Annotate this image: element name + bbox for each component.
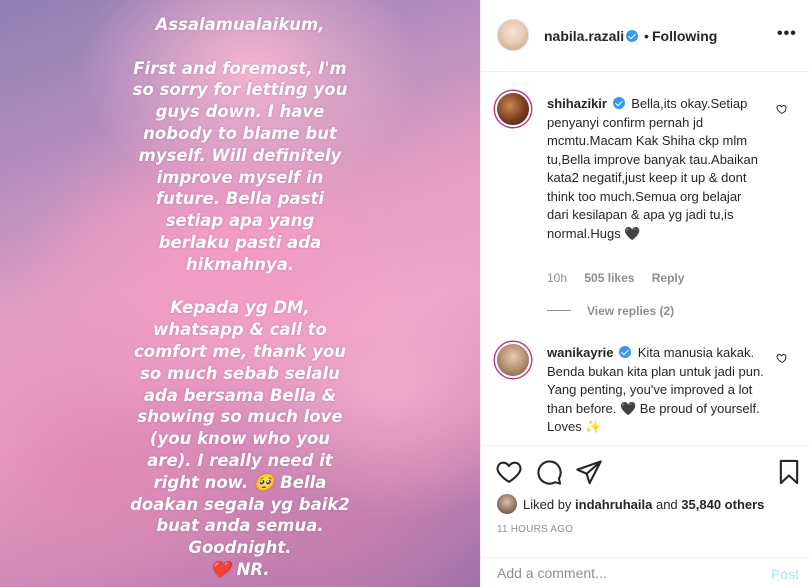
author-avatar[interactable] (497, 19, 529, 51)
image-text-line (0, 276, 480, 298)
image-text-line (0, 36, 480, 58)
like-heart-icon[interactable] (495, 458, 523, 486)
liked-by: Liked by indahruhaila and 35,840 others (497, 494, 764, 514)
comment-time: 10h (547, 271, 568, 285)
post-side-panel: nabila.razali • Following ••• shihazikir… (480, 0, 809, 587)
image-text-line: ❤️ NR. (210, 559, 270, 579)
comment-icon[interactable] (535, 458, 563, 486)
image-text-line: First and foremost, I'm (133, 58, 347, 78)
comment-body: shihazikir Bella,its okay.Setiap penyany… (547, 95, 765, 243)
following-button[interactable]: Following (652, 28, 717, 44)
liked-by-prefix: Liked by (523, 497, 572, 512)
image-text-line: Assalamualaikum, (155, 15, 325, 34)
reply-button[interactable]: Reply (652, 271, 685, 285)
image-text-line: (you know who you (149, 429, 331, 449)
liked-by-and: and (655, 497, 678, 512)
post-image-text: Assalamualaikum, First and foremost, I'm s… (0, 14, 480, 581)
add-comment-bar: Post (481, 557, 809, 587)
separator-dot: • (644, 28, 649, 44)
author-username[interactable]: nabila.razali (544, 28, 624, 44)
image-text-line: hikmahnya. (185, 254, 295, 274)
image-text-line: improve myself in (156, 167, 324, 187)
image-text-line: right now. 🥺 Bella (153, 472, 327, 492)
comment-text: Bella,its okay.Setiap penyanyi confirm p… (547, 96, 759, 241)
post-header: nabila.razali • Following ••• (481, 0, 809, 72)
more-options-icon[interactable]: ••• (777, 25, 797, 43)
view-replies-label: View replies (2) (587, 304, 675, 318)
comment-likes[interactable]: 505 likes (584, 271, 634, 285)
image-text-line: so much sebab selalu (140, 363, 340, 383)
image-text-line: Goodnight. (188, 538, 292, 558)
verified-badge-icon (626, 30, 638, 42)
liked-by-count[interactable]: 35,840 others (681, 497, 764, 512)
view-replies-button[interactable]: View replies (2) (547, 304, 674, 318)
image-text-line: Kepada yg DM, (170, 298, 310, 318)
liker-avatar[interactable] (497, 494, 517, 514)
image-text-line: so sorry for letting you (132, 80, 348, 100)
image-text-line: myself. Will definitely (138, 145, 342, 165)
commenter-username[interactable]: wanikayrie (547, 345, 614, 360)
image-text-line: showing so much love (137, 407, 343, 427)
comment-heart-icon[interactable] (776, 352, 788, 364)
image-text-line: ada bersama Bella & (143, 385, 337, 405)
bookmark-icon[interactable] (775, 458, 803, 486)
image-text-line: berlaku pasti ada (158, 232, 322, 252)
verified-badge-icon (612, 97, 625, 109)
commenter-username[interactable]: shihazikir (547, 96, 607, 111)
liked-by-user[interactable]: indahruhaila (575, 497, 652, 512)
post-comment-button[interactable]: Post (771, 566, 799, 582)
image-text-line: nobody to blame but (143, 123, 337, 143)
image-text-line: future. Bella pasti (155, 189, 325, 209)
image-text-line: comfort me, thank you (133, 341, 347, 361)
image-text-line: setiap apa yang (165, 211, 315, 231)
image-text-line: buat anda semua. (156, 516, 324, 536)
comment-heart-icon[interactable] (776, 103, 788, 115)
verified-badge-icon (619, 346, 632, 358)
post-image[interactable]: Assalamualaikum, First and foremost, I'm s… (0, 0, 480, 587)
comment-meta: 10h 505 likes Reply (547, 271, 698, 285)
commenter-avatar[interactable] (495, 91, 531, 127)
image-text-line: whatsapp & call to (153, 320, 327, 340)
post-timestamp[interactable]: 11 HOURS AGO (497, 524, 573, 535)
comments-list[interactable]: shihazikir Bella,its okay.Setiap penyany… (481, 73, 809, 445)
comment-body: wanikayrie Kita manusia kakak. Benda buk… (547, 344, 765, 437)
add-comment-input[interactable] (497, 565, 747, 581)
commenter-avatar[interactable] (495, 342, 531, 378)
replies-divider (547, 310, 571, 311)
share-icon[interactable] (575, 458, 603, 486)
image-text-line: are). I really need it (147, 450, 333, 470)
image-text-line: guys down. I have (155, 102, 325, 122)
image-text-line: doakan segala yg baik2 (130, 494, 350, 514)
